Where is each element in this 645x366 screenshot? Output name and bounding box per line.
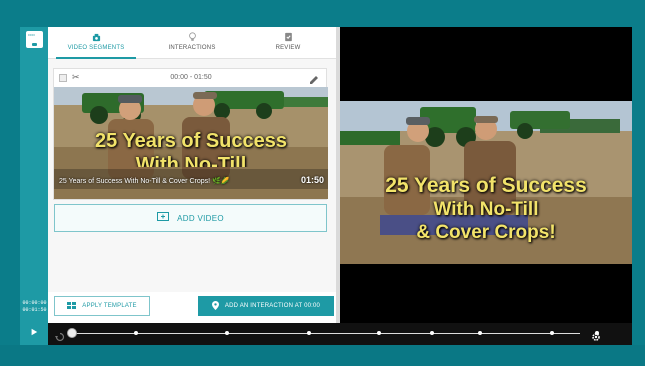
seek-handle[interactable] [67, 328, 77, 338]
edit-icon[interactable] [309, 72, 319, 84]
add-video-button[interactable]: ADD VIDEO [54, 204, 327, 232]
thumbnail-overlay-title: 25 Years of Success With No-Till [54, 129, 328, 167]
thumbnail-title-line2: With No-Till [135, 154, 247, 167]
apply-template-label: APPLY TEMPLATE [82, 303, 137, 309]
app-logo: ≡≡≡≡ [26, 31, 43, 48]
tab-label: VIDEO SEGMENTS [67, 45, 125, 51]
segment-range: 00:00 - 01:50 [170, 74, 212, 81]
total-time: 00:01:50 [22, 307, 47, 313]
scissors-icon[interactable]: ✂ [72, 72, 80, 83]
segment-checkbox[interactable] [59, 74, 67, 82]
play-icon [31, 328, 38, 336]
timeline-marker[interactable] [377, 331, 381, 335]
add-video-label: ADD VIDEO [177, 213, 224, 223]
timeline-marker[interactable] [550, 331, 554, 335]
segment-title: 25 Years of Success With No-Till & Cover… [59, 178, 230, 185]
left-rail: ≡≡≡≡ 00:00:00 00:01:50 [20, 27, 48, 345]
tab-interactions[interactable]: INTERACTIONS [144, 27, 240, 59]
segment-thumbnail[interactable]: 25 Years of Success With No-Till 25 Year… [54, 87, 328, 199]
tab-video-segments[interactable]: VIDEO SEGMENTS [48, 27, 144, 59]
timeline-marker[interactable] [307, 331, 311, 335]
tab-bar: VIDEO SEGMENTS INTERACTIONS REVIEW [48, 27, 336, 59]
timecode-display: 00:00:00 00:01:50 [21, 300, 48, 314]
tab-label: INTERACTIONS [168, 45, 216, 51]
timeline-marker[interactable] [225, 331, 229, 335]
panel-footer: APPLY TEMPLATE ADD AN INTERACTION AT 00:… [48, 292, 336, 322]
segments-panel: ✂ 00:00 - 01:50 25 Years of Success With… [48, 59, 336, 297]
seek-bar[interactable] [72, 333, 580, 334]
rewind-icon[interactable] [55, 329, 65, 342]
segment-duration: 01:50 [300, 175, 324, 185]
camera-icon [90, 31, 102, 43]
video-title-line2: With No-Till [433, 199, 539, 220]
template-icon [67, 301, 77, 311]
video-title-line1: 25 Years of Success [385, 174, 587, 197]
video-title-line3: & Cover Crops! [416, 222, 556, 243]
current-time: 00:00:00 [22, 300, 47, 306]
segment-header: ✂ 00:00 - 01:50 [54, 69, 328, 87]
checklist-icon [282, 31, 294, 43]
tab-label: REVIEW [275, 45, 301, 51]
video-timeline [48, 323, 632, 345]
timeline-marker[interactable] [430, 331, 434, 335]
video-player[interactable]: 25 Years of Success With No-Till & Cover… [340, 27, 632, 323]
outer-footer [0, 345, 645, 366]
add-interaction-label: ADD AN INTERACTION AT 00:00 [224, 303, 321, 309]
video-overlay-title: 25 Years of Success With No-Till & Cover… [340, 173, 632, 244]
thumbnail-title-line1: 25 Years of Success [95, 130, 287, 152]
location-pin-icon [211, 300, 219, 312]
video-frame: 25 Years of Success With No-Till & Cover… [340, 101, 632, 264]
video-editor: ≡≡≡≡ 00:00:00 00:01:50 VIDEO SEGMENTS IN… [20, 27, 632, 345]
play-button[interactable] [22, 323, 46, 341]
timeline-marker[interactable] [134, 331, 138, 335]
tab-review[interactable]: REVIEW [240, 27, 336, 59]
gear-icon[interactable] [591, 329, 601, 341]
add-video-icon [157, 212, 170, 224]
add-interaction-button[interactable]: ADD AN INTERACTION AT 00:00 [198, 296, 334, 316]
lightbulb-icon [186, 31, 198, 43]
apply-template-button[interactable]: APPLY TEMPLATE [54, 296, 150, 316]
timeline-marker[interactable] [478, 331, 482, 335]
video-segment-card[interactable]: ✂ 00:00 - 01:50 25 Years of Success With… [53, 68, 328, 200]
